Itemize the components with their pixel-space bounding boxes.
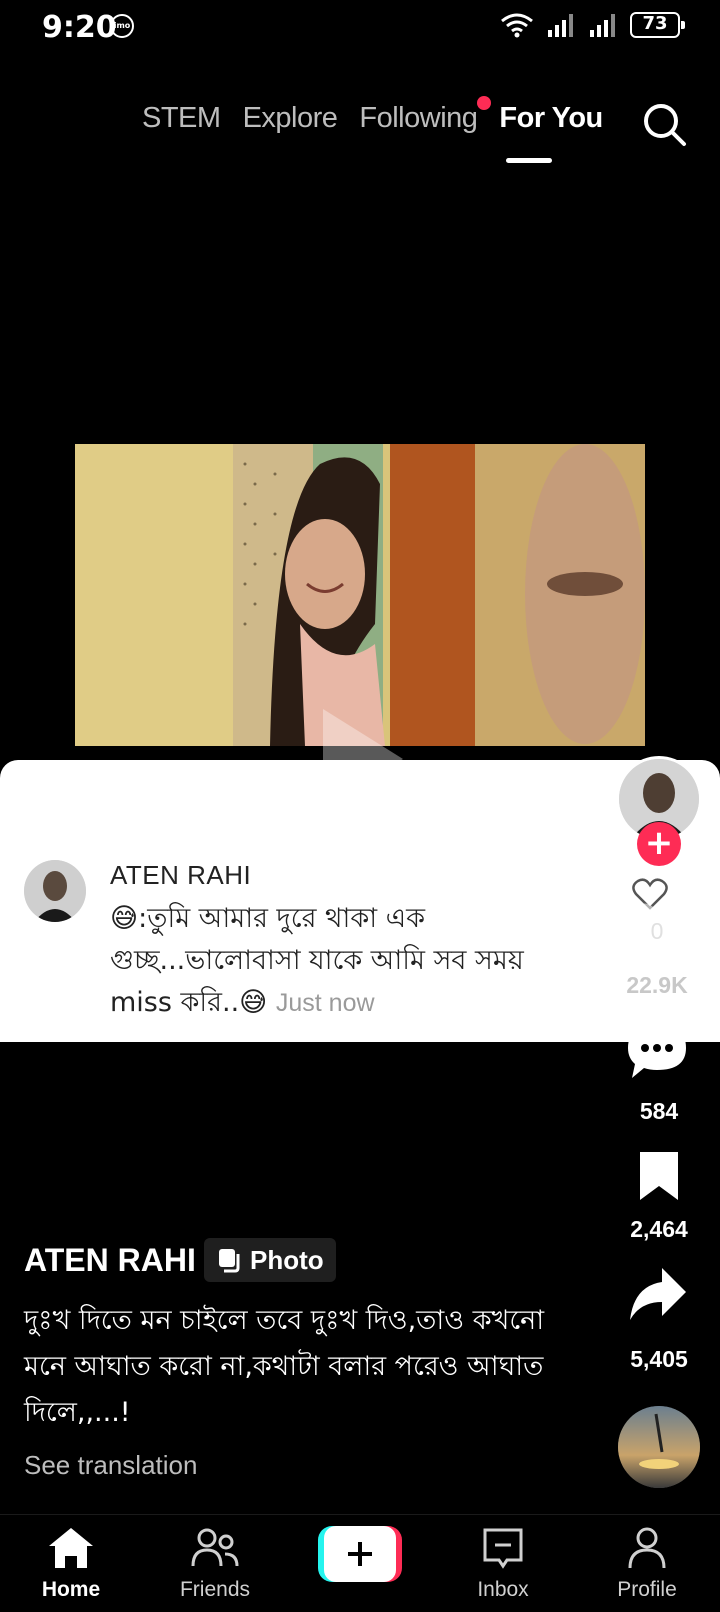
post-photo[interactable]: [75, 444, 645, 746]
nav-friends-label: Friends: [179, 1578, 251, 1601]
see-translation-link[interactable]: See translation: [24, 1450, 197, 1481]
like-count: 22.9K: [626, 972, 688, 998]
comment-icon[interactable]: [626, 1022, 688, 1080]
top-nav: STEM Explore Following For You: [142, 96, 603, 135]
tab-stem[interactable]: STEM: [142, 102, 221, 135]
active-tab-indicator: [506, 158, 552, 163]
like-overlay-value: 0: [650, 918, 664, 944]
search-icon[interactable]: [640, 100, 688, 148]
nav-inbox-label: Inbox: [477, 1578, 529, 1601]
photo-stack-icon: [219, 1249, 240, 1273]
post-caption[interactable]: দুঃখ দিতে মন চাইলে তবে দুঃখ দিও,তাও কখনো…: [24, 1298, 584, 1436]
comment-text: 😅:তুমি আমার দুরে থাকা এক গুচ্ছ...ভালোবাস…: [110, 898, 590, 1024]
photo-badge[interactable]: Photo: [204, 1238, 336, 1282]
inbox-icon: [483, 1528, 523, 1569]
tab-explore[interactable]: Explore: [243, 102, 338, 135]
bookmark-icon[interactable]: [636, 1150, 682, 1202]
nav-inbox[interactable]: Inbox: [448, 1526, 558, 1602]
status-time: 9:20: [42, 10, 117, 45]
nav-home-label: Home: [41, 1578, 101, 1601]
comment-time: Just now: [275, 989, 375, 1017]
battery-indicator: 73: [630, 12, 685, 38]
follow-button[interactable]: +: [637, 822, 681, 866]
nav-home[interactable]: Home: [16, 1526, 126, 1602]
share-icon[interactable]: [628, 1266, 688, 1322]
save-count: 2,464: [630, 1216, 688, 1242]
share-count: 5,405: [630, 1346, 688, 1372]
create-post-button[interactable]: [318, 1526, 402, 1582]
imo-notification-icon: imo: [110, 14, 134, 38]
tab-following-label: Following: [359, 102, 478, 134]
home-icon: [49, 1528, 93, 1568]
tab-following[interactable]: Following: [359, 96, 492, 135]
status-icons: 73: [500, 12, 685, 38]
photo-badge-label: Photo: [250, 1244, 324, 1275]
comment-count: 584: [639, 1098, 679, 1124]
music-disc[interactable]: [618, 1406, 700, 1488]
friends-icon: [191, 1528, 239, 1567]
status-bar: 9:20 imo 73: [0, 0, 720, 56]
notification-dot: [477, 96, 492, 110]
signal-icon-2: [590, 14, 615, 37]
tab-for-you[interactable]: For You: [499, 102, 603, 135]
profile-icon: [628, 1527, 666, 1569]
comment-author-avatar[interactable]: [24, 860, 86, 922]
nav-profile[interactable]: Profile: [592, 1526, 702, 1602]
signal-icon: [548, 14, 573, 37]
post-author[interactable]: ATEN RAHI: [24, 1242, 196, 1279]
nav-friends[interactable]: Friends: [160, 1526, 270, 1602]
wifi-icon: [501, 13, 533, 38]
comment-author-name[interactable]: ATEN RAHI: [110, 860, 251, 891]
nav-profile-label: Profile: [617, 1578, 677, 1601]
